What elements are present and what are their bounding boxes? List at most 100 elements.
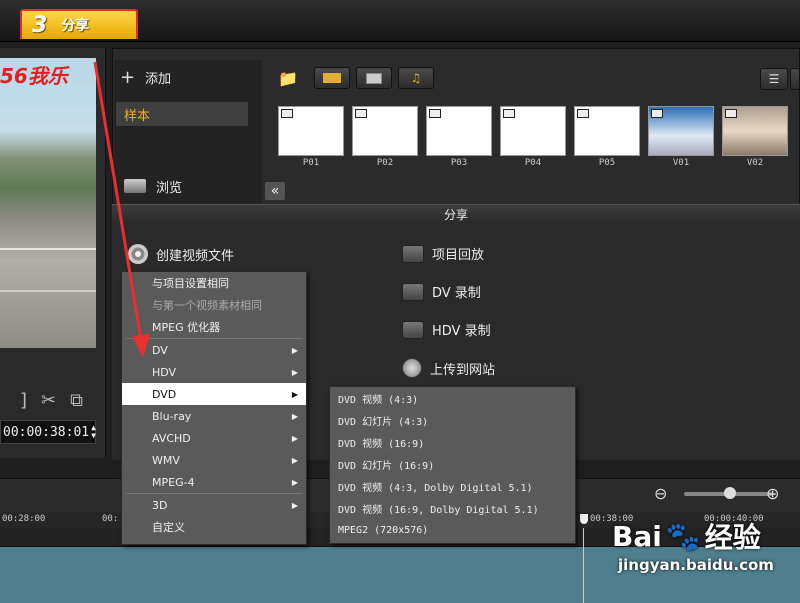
clip-type-icon xyxy=(503,109,515,118)
playback-icon xyxy=(402,244,424,263)
ruler-tick: 00: xyxy=(102,514,119,524)
image-filter-icon[interactable] xyxy=(356,67,392,89)
upload-web-label: 上传到网站 xyxy=(430,362,496,378)
submenu-item-dvd-preset[interactable]: DVD 视频 (16:9, Dolby Digital 5.1) xyxy=(330,497,575,519)
create-video-menu: 与项目设置相同 与第一个视频素材相同 MPEG 优化器 DV ▶ HDV ▶ DVD… xyxy=(121,271,307,545)
menu-label: HDV xyxy=(152,365,177,379)
menu-item-same-as-first-clip: 与第一个视频素材相同 xyxy=(152,299,262,312)
menu-label: WMV xyxy=(152,453,180,467)
menu-item-hdv[interactable]: HDV ▶ xyxy=(122,361,306,383)
library-thumbnail[interactable] xyxy=(648,106,714,156)
clip-type-icon xyxy=(725,109,737,118)
hdv-record-button[interactable]: HDV 录制 xyxy=(402,320,491,339)
clip-type-icon xyxy=(429,109,441,118)
library-thumbnail[interactable] xyxy=(722,106,788,156)
project-playback-button[interactable]: 项目回放 xyxy=(402,244,484,263)
preview-controls: ] ✂ ⧉ xyxy=(0,388,100,412)
browse-button[interactable]: 浏览 xyxy=(124,174,182,198)
video-logo-watermark: 56我乐 xyxy=(0,64,68,88)
thumbnail-label: V02 xyxy=(746,158,764,168)
library-toolbar: 📁 ♫ xyxy=(278,66,434,90)
menu-item-mpeg4[interactable]: MPEG-4 ▶ xyxy=(122,471,306,493)
zoom-slider-handle[interactable] xyxy=(724,487,736,499)
mark-out-icon[interactable]: ] xyxy=(20,390,27,411)
submenu-item-dvd-preset[interactable]: DVD 视频 (16:9) xyxy=(330,431,575,453)
submenu-item-dvd-preset[interactable]: DVD 幻灯片 (16:9) xyxy=(330,453,575,475)
submenu-item-dvd-preset[interactable]: MPEG2 (720x576) xyxy=(330,519,575,541)
add-label: 添加 xyxy=(145,71,172,87)
submenu-arrow-icon: ▶ xyxy=(291,477,298,487)
zoom-in-icon[interactable]: ⊕ xyxy=(766,484,779,503)
create-video-label: 创建视频文件 xyxy=(156,248,235,264)
library-thumbnail[interactable] xyxy=(574,106,640,156)
thumbnail-label: P04 xyxy=(524,158,542,168)
upload-web-button[interactable]: 上传到网站 xyxy=(402,358,495,378)
submenu-item-dvd-preset[interactable]: DVD 幻灯片 (4:3) xyxy=(330,409,575,431)
zoom-out-icon[interactable]: ⊖ xyxy=(654,484,667,503)
create-video-file-button[interactable]: 创建视频文件 xyxy=(128,244,234,264)
globe-icon xyxy=(402,358,422,378)
dvd-submenu: DVD 视频 (4:3) DVD 幻灯片 (4:3) DVD 视频 (16:9) DV… xyxy=(329,386,576,544)
thumbnail-label: P01 xyxy=(302,158,320,168)
clip-type-icon xyxy=(355,109,367,118)
timecode-display[interactable]: 00:00:38:01 ▲ ▼ xyxy=(0,420,96,444)
menu-item-custom[interactable]: 自定义 xyxy=(122,516,306,538)
menu-label: DVD xyxy=(152,387,177,401)
playhead-marker[interactable] xyxy=(580,514,588,524)
menu-item-same-as-project[interactable]: 与项目设置相同 xyxy=(122,272,306,294)
watermark-brand2: 经验 xyxy=(704,521,761,554)
submenu-arrow-icon: ▶ xyxy=(291,345,298,355)
list-view-icon[interactable]: ☰ xyxy=(760,68,788,90)
submenu-arrow-icon: ▶ xyxy=(291,433,298,443)
step-tab-share[interactable]: 3 分享 xyxy=(20,9,138,39)
thumbnail-label: V01 xyxy=(672,158,690,168)
menu-item-dvd[interactable]: DVD ▶ xyxy=(122,383,306,405)
menu-item-bluray[interactable]: Blu-ray ▶ xyxy=(122,405,306,427)
submenu-arrow-icon: ▶ xyxy=(291,455,298,465)
audio-filter-icon[interactable]: ♫ xyxy=(398,67,434,89)
dv-record-button[interactable]: DV 录制 xyxy=(402,282,481,301)
submenu-arrow-icon: ▶ xyxy=(291,367,298,377)
film-reel-icon xyxy=(128,244,148,264)
menu-item-3d[interactable]: 3D ▶ xyxy=(122,494,306,516)
dv-record-label: DV 录制 xyxy=(432,286,481,301)
menu-item-dv[interactable]: DV ▶ xyxy=(122,339,306,361)
menu-item-mpeg-optimizer[interactable]: MPEG 优化器 xyxy=(122,316,306,338)
collapse-icon[interactable]: « xyxy=(265,182,285,200)
submenu-item-dvd-preset[interactable]: DVD 视频 (4:3) xyxy=(330,387,575,409)
folder-icon[interactable]: 📁 xyxy=(278,69,308,88)
menu-label: DV xyxy=(152,343,168,357)
plus-icon: + xyxy=(120,66,136,88)
timecode-stepper-icon[interactable]: ▲ ▼ xyxy=(91,424,96,440)
thumbnail-label: P05 xyxy=(598,158,616,168)
scissors-icon[interactable]: ✂ xyxy=(41,390,56,411)
project-playback-label: 项目回放 xyxy=(432,248,485,263)
thumbnail-view-icon[interactable] xyxy=(790,68,800,90)
library-thumbnail[interactable] xyxy=(278,106,344,156)
browse-icon xyxy=(124,179,146,193)
copy-icon[interactable]: ⧉ xyxy=(70,390,83,411)
step-label: 分享 xyxy=(61,18,90,34)
submenu-arrow-icon: ▶ xyxy=(291,500,298,510)
menu-label: 3D xyxy=(152,498,168,512)
menu-item-avchd[interactable]: AVCHD ▶ xyxy=(122,427,306,449)
submenu-item-dvd-preset[interactable]: DVD 视频 (4:3, Dolby Digital 5.1) xyxy=(330,475,575,497)
library-thumbnail[interactable] xyxy=(500,106,566,156)
menu-label: MPEG-4 xyxy=(152,475,195,489)
ruler-tick: 00:28:00 xyxy=(2,514,46,524)
camcorder-icon xyxy=(402,282,424,301)
thumbnail-label: P03 xyxy=(450,158,468,168)
timecode-value: 00:00:38:01 xyxy=(3,424,90,440)
submenu-arrow-icon: ▶ xyxy=(291,411,298,421)
view-mode-buttons: ☰ xyxy=(760,68,800,90)
library-item-sample[interactable]: 样本 xyxy=(116,102,248,126)
video-filter-icon[interactable] xyxy=(314,67,350,89)
library-thumbnail[interactable] xyxy=(352,106,418,156)
menu-label: Blu-ray xyxy=(152,409,192,423)
add-button[interactable]: + 添加 xyxy=(120,64,171,90)
library-thumbnail[interactable] xyxy=(426,106,492,156)
thumbnail-label: P02 xyxy=(376,158,394,168)
menu-item-wmv[interactable]: WMV ▶ xyxy=(122,449,306,471)
paw-icon: 🐾 xyxy=(665,519,701,553)
clip-type-icon xyxy=(651,109,663,118)
